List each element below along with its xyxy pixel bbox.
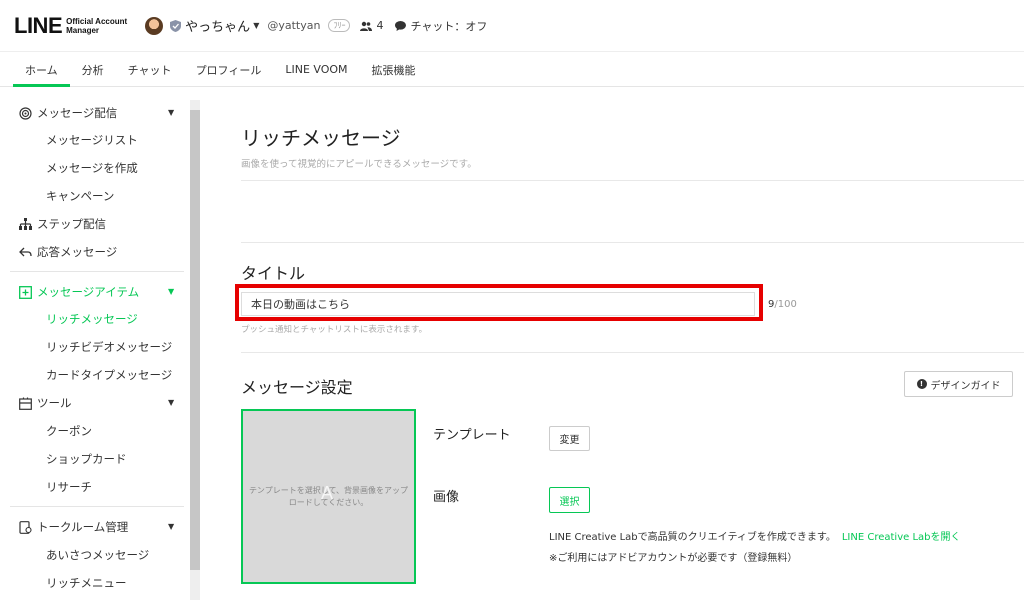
title-hint: プッシュ通知とチャットリストに表示されます。 — [241, 325, 428, 335]
chat-status[interactable]: チャット：オフ — [395, 18, 487, 34]
sidebar-item-message-delivery[interactable]: メッセージ配信 — [18, 104, 117, 122]
sidebar-item-auto-reply[interactable]: 応答メッセージ — [18, 243, 117, 261]
rich-message-preview[interactable]: テンプレートを選択して、背景画像をアップ ロードしてください。 A — [241, 409, 416, 584]
page-description: 画像を使って視覚的にアピールできるメッセージです。 — [241, 159, 477, 170]
image-label: 画像 — [433, 490, 460, 505]
message-settings-heading: メッセージ設定 — [241, 378, 353, 397]
tab-extensions[interactable]: 拡張機能 — [360, 53, 428, 86]
adobe-note: ※ご利用にはアドビアカウントが必要です（登録無料） — [549, 553, 798, 564]
creative-lab-link[interactable]: LINE Creative Labを開く — [842, 532, 961, 543]
chevron-down-icon[interactable]: ▼ — [168, 398, 174, 407]
sidebar-item-rich-message[interactable]: リッチメッセージ — [46, 310, 138, 328]
preview-area-label: A — [321, 483, 334, 503]
step-icon — [18, 217, 32, 231]
message-item-icon — [18, 285, 32, 299]
sidebar-item-tools[interactable]: ツール — [18, 394, 72, 412]
main-content: リッチメッセージ 画像を使って視覚的にアピールできるメッセージです。 タイトル … — [205, 88, 1024, 605]
tab-home[interactable]: ホーム — [13, 53, 70, 87]
change-template-button[interactable]: 変更 — [549, 426, 590, 451]
divider — [241, 180, 1024, 181]
chevron-down-icon[interactable]: ▼ — [168, 522, 174, 531]
top-bar: LINE Official Account Manager やっちゃん ▼ @y… — [0, 0, 1024, 52]
tab-analytics[interactable]: 分析 — [70, 53, 116, 86]
sidebar-item-talk-room[interactable]: トークルーム管理 — [18, 518, 128, 536]
sidebar-item-card-message[interactable]: カードタイプメッセージ — [46, 366, 172, 384]
highlight-annotation — [235, 284, 763, 321]
sidebar-item-greeting-message[interactable]: あいさつメッセージ — [46, 546, 149, 564]
friends-count: 4 — [360, 19, 383, 32]
tab-chat[interactable]: チャット — [116, 53, 184, 86]
plan-badge: ﾌﾘｰ — [328, 19, 351, 32]
template-label: テンプレート — [433, 428, 511, 443]
chevron-down-icon[interactable]: ▼ — [168, 287, 174, 296]
sidebar-item-campaign[interactable]: キャンペーン — [46, 187, 114, 205]
sidebar-item-create-message[interactable]: メッセージを作成 — [46, 159, 138, 177]
sidebar-item-rich-video-message[interactable]: リッチビデオメッセージ — [46, 338, 172, 356]
char-counter: 9/100 — [768, 299, 797, 310]
account-name[interactable]: やっちゃん — [185, 16, 250, 35]
reply-icon — [18, 245, 32, 259]
design-guide-button[interactable]: ! デザインガイド — [904, 371, 1013, 397]
friends-icon — [360, 21, 373, 31]
tab-profile[interactable]: プロフィール — [184, 53, 274, 86]
account-id: @yattyan — [267, 19, 321, 32]
sidebar-item-rich-menu[interactable]: リッチメニュー — [46, 574, 127, 592]
select-image-button[interactable]: 選択 — [549, 487, 590, 513]
verified-shield-icon — [169, 19, 181, 32]
sidebar-item-coupon[interactable]: クーポン — [46, 422, 92, 440]
divider — [241, 242, 1024, 243]
sidebar-divider — [10, 271, 184, 272]
sidebar-divider — [10, 506, 184, 507]
info-icon: ! — [916, 379, 927, 389]
account-dropdown-icon[interactable]: ▼ — [253, 21, 259, 30]
broadcast-icon — [18, 106, 32, 120]
chat-bubble-icon — [395, 20, 407, 31]
sidebar-item-research[interactable]: リサーチ — [46, 478, 92, 496]
tool-icon — [18, 396, 32, 410]
sidebar-scrollbar[interactable] — [190, 100, 200, 600]
line-oa-manager-logo[interactable]: LINE Official Account Manager — [14, 13, 127, 39]
talkroom-icon — [18, 520, 32, 534]
sidebar: メッセージ配信 ▼ メッセージリスト メッセージを作成 キャンペーン ステップ配… — [0, 88, 204, 605]
creative-lab-info: LINE Creative Labで高品質のクリエイティブを作成できます。 LIN… — [549, 532, 961, 543]
sidebar-item-message-list[interactable]: メッセージリスト — [46, 131, 138, 149]
sidebar-item-shop-card[interactable]: ショップカード — [46, 450, 127, 468]
account-avatar[interactable] — [145, 16, 164, 35]
title-section-heading: タイトル — [241, 264, 306, 283]
logo-subtext: Official Account Manager — [66, 16, 128, 35]
tab-line-voom[interactable]: LINE VOOM — [273, 53, 359, 86]
divider — [241, 352, 1024, 353]
main-tabs: ホーム 分析 チャット プロフィール LINE VOOM 拡張機能 — [0, 53, 1024, 87]
chevron-down-icon[interactable]: ▼ — [168, 108, 174, 117]
sidebar-item-message-items[interactable]: メッセージアイテム — [18, 283, 139, 301]
page-title: リッチメッセージ — [241, 126, 401, 150]
logo-text: LINE — [14, 12, 63, 38]
sidebar-item-step-delivery[interactable]: ステップ配信 — [18, 215, 106, 233]
scrollbar-thumb[interactable] — [190, 110, 200, 570]
